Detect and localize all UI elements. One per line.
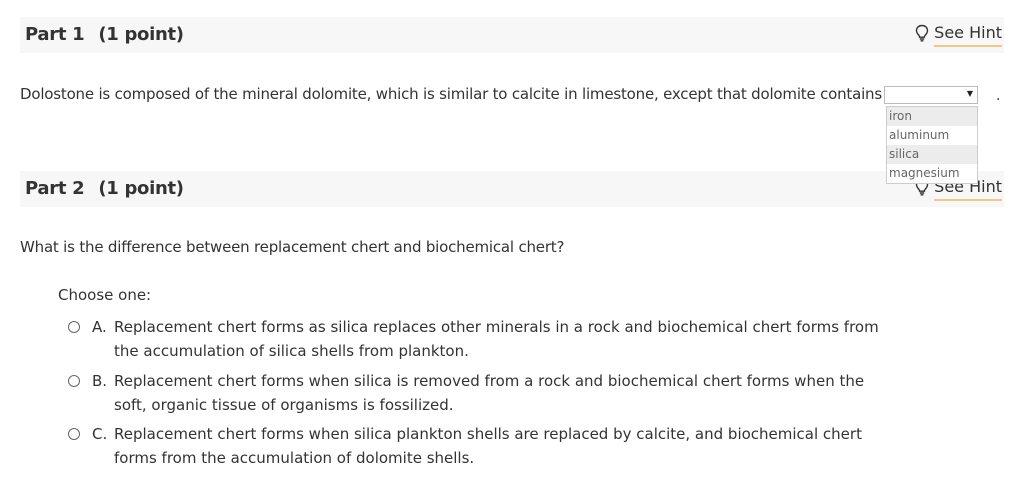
choose-one-label: Choose one: <box>58 286 152 304</box>
dropdown-option-silica[interactable]: silica <box>887 145 977 164</box>
option-b-radio[interactable] <box>68 375 80 387</box>
option-a-radio[interactable] <box>68 321 80 333</box>
option-c-radio[interactable] <box>68 428 80 440</box>
part1-label: Part 1 <box>25 24 85 45</box>
part1-see-hint-button[interactable]: See Hint <box>915 23 1002 47</box>
part1-question: Dolostone is composed of the mineral dol… <box>20 85 882 103</box>
part2-points: (1 point) <box>98 178 184 199</box>
part1-points: (1 point) <box>98 24 184 45</box>
option-b[interactable]: B. Replacement chert forms when silica i… <box>68 369 888 417</box>
option-b-text: Replacement chert forms when silica is r… <box>114 372 865 414</box>
option-a-text: Replacement chert forms as silica replac… <box>114 318 879 360</box>
option-c-text: Replacement chert forms when silica plan… <box>114 425 862 467</box>
part1-hint-label: See Hint <box>934 23 1002 47</box>
part2-header: Part 2 (1 point) See Hint <box>20 171 1004 207</box>
part1-answer-dropdown[interactable]: ▼ <box>884 86 978 104</box>
part2-question: What is the difference between replaceme… <box>20 238 565 256</box>
part2-label: Part 2 <box>25 178 85 199</box>
part1-header: Part 1 (1 point) See Hint <box>20 17 1004 53</box>
option-a[interactable]: A. Replacement chert forms as silica rep… <box>68 315 888 363</box>
option-c-letter: C. <box>92 425 108 443</box>
option-b-letter: B. <box>92 372 108 390</box>
part2-title: Part 2 (1 point) <box>25 178 184 199</box>
lightbulb-icon <box>915 24 929 46</box>
part1-title: Part 1 (1 point) <box>25 24 184 45</box>
dropdown-option-magnesium[interactable]: magnesium <box>887 164 977 183</box>
dropdown-arrow-icon: ▼ <box>966 89 973 98</box>
sentence-period: . <box>996 88 1001 104</box>
dropdown-option-iron[interactable]: iron <box>887 107 977 126</box>
dropdown-options-list: iron aluminum silica magnesium <box>886 106 978 184</box>
dropdown-option-aluminum[interactable]: aluminum <box>887 126 977 145</box>
option-c[interactable]: C. Replacement chert forms when silica p… <box>68 422 888 470</box>
option-a-letter: A. <box>92 318 107 336</box>
